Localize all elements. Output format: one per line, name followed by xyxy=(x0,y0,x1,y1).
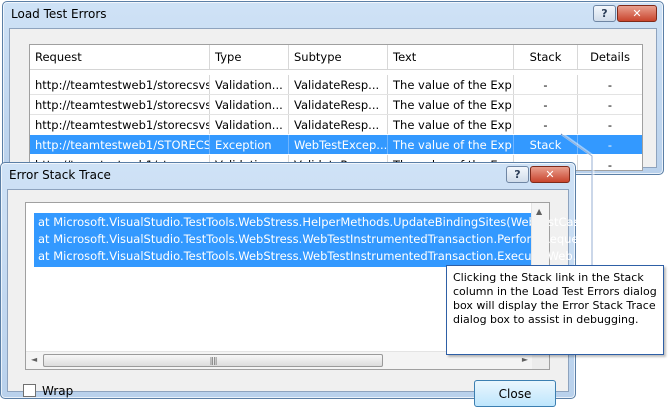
callout-box: Clicking the Stack link in the Stack col… xyxy=(446,265,664,355)
leader-line-glow xyxy=(561,132,595,265)
